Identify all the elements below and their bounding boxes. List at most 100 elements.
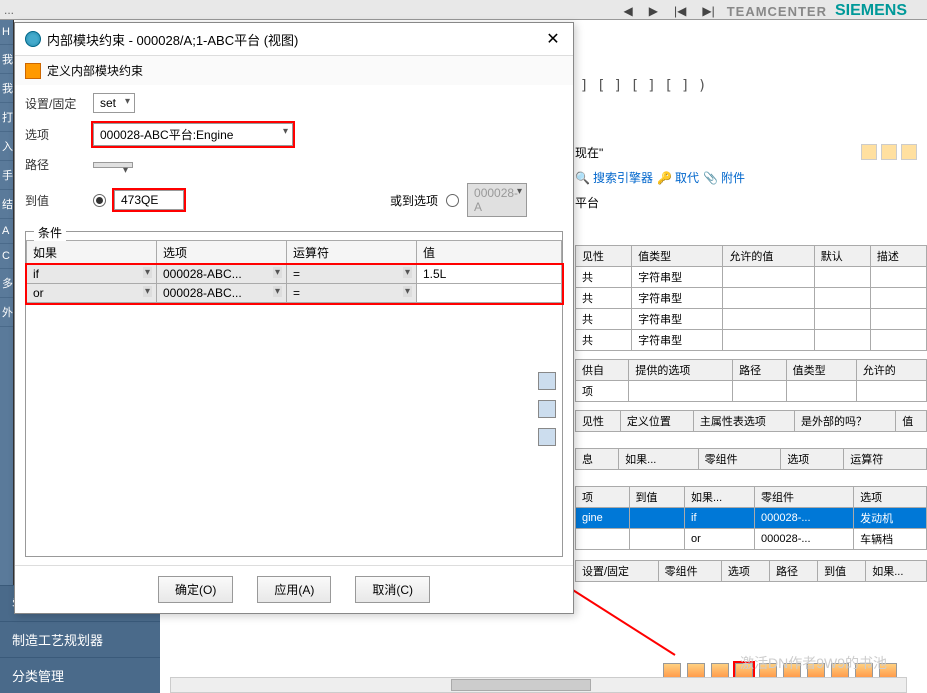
corner-icon[interactable] [881,144,897,160]
col-header[interactable]: 允许的值 [723,246,814,267]
corner-icon[interactable] [901,144,917,160]
col-header[interactable]: 如果... [619,449,698,470]
apply-button[interactable]: 应用(A) [257,576,331,603]
col-header[interactable]: 如果... [866,561,927,582]
col-header[interactable]: 是外部的吗？ [795,411,896,432]
replace-link[interactable]: 取代 [675,169,699,186]
col-header[interactable]: 运算符 [844,449,927,470]
search-engine-link[interactable]: 搜索引擎器 [593,169,653,186]
or-option-radio[interactable] [446,194,459,207]
option-label: 选项 [25,126,85,143]
definition-table: 见性 定义位置 主属性表选项 是外部的吗？ 值 [575,410,927,432]
cond-if-select[interactable]: if [27,265,156,283]
dialog-subtitle-bar: 定义内部模块约束 [15,56,573,85]
col-header[interactable]: 允许的 [856,360,926,381]
or-option-label: 或到选项 [390,192,438,209]
col-header[interactable]: 主属性表选项 [693,411,794,432]
tovalue-input[interactable]: 473QE [114,190,184,210]
sidebar-item[interactable]: 我 [0,45,13,74]
dialog-titlebar[interactable]: 内部模块约束 - 000028/A;1-ABC平台 (视图) ✕ [15,23,573,56]
option-select[interactable]: 000028-ABC平台:Engine [93,123,293,146]
sidebar-item[interactable]: 手 [0,161,13,190]
col-header[interactable]: 零组件 [754,487,853,508]
col-header[interactable]: 定义位置 [620,411,693,432]
col-header[interactable]: 见性 [576,246,632,267]
cond-value-cell[interactable]: 1.5L [417,265,561,283]
nav-prev-icon[interactable]: ◀ [620,4,637,18]
col-header[interactable]: 路径 [769,561,817,582]
side-icon[interactable] [538,400,556,418]
col-header[interactable]: 见性 [576,411,621,432]
ok-button[interactable]: 确定(O) [158,576,233,603]
col-header[interactable]: 选项 [854,487,927,508]
side-icon[interactable] [538,372,556,390]
dialog-button-bar: 确定(O) 应用(A) 取消(C) [15,565,573,613]
set-fixed-label: 设置/固定 [25,95,85,112]
horizontal-scrollbar[interactable] [170,677,907,693]
cond-header-option[interactable]: 选项 [157,241,287,265]
set-fixed-select[interactable]: set [93,93,135,113]
col-header[interactable]: 值类型 [786,360,856,381]
sidebar-item[interactable]: H [0,20,13,45]
sidebar-item[interactable]: A [0,219,13,244]
cond-option-select[interactable]: 000028-ABC... [157,265,286,283]
col-header[interactable]: 供自 [576,360,629,381]
sidebar-item[interactable]: 外 [0,298,13,327]
col-header[interactable]: 路径 [733,360,786,381]
cond-operator-select[interactable]: = [287,284,416,302]
col-header[interactable]: 值 [896,411,927,432]
sidebar-item[interactable]: C [0,244,13,269]
cond-header-value[interactable]: 值 [417,241,562,265]
search-icon: 🔍 [575,171,589,185]
cond-value-cell[interactable] [417,291,561,295]
bottom-nav-item[interactable]: 制造工艺规划器 [0,621,160,657]
conditions-legend: 条件 [34,224,66,241]
col-header[interactable]: 默认 [814,246,870,267]
visibility-table: 见性 值类型 允许的值 默认 描述 共字符串型 共字符串型 共字符串型 共字符串… [575,245,927,351]
sidebar-item[interactable]: 结 [0,190,13,219]
or-option-select[interactable]: 000028-A [467,183,527,217]
cond-header-if[interactable]: 如果 [27,241,157,265]
col-header[interactable]: 设置/固定 [576,561,659,582]
globe-icon [25,31,41,47]
provided-table: 供自 提供的选项 路径 值类型 允许的 项 [575,359,927,402]
setfixed-table: 设置/固定 零组件 选项 路径 到值 如果... [575,560,927,582]
col-header[interactable]: 选项 [721,561,769,582]
nav-first-icon[interactable]: |◀ [670,4,690,18]
sidebar-item[interactable]: 打 [0,103,13,132]
col-header[interactable]: 息 [576,449,619,470]
col-header[interactable]: 描述 [870,246,926,267]
close-icon[interactable]: ✕ [543,29,563,49]
tovalue-label: 到值 [25,192,85,209]
cond-option-select[interactable]: 000028-ABC... [157,284,286,302]
col-header[interactable]: 到值 [818,561,866,582]
col-header[interactable]: 零组件 [658,561,721,582]
tovalue-radio[interactable] [93,194,106,207]
col-header[interactable]: 项 [576,487,630,508]
sidebar-item[interactable]: 多 [0,269,13,298]
col-header[interactable]: 如果... [685,487,755,508]
cancel-button[interactable]: 取消(C) [355,576,430,603]
col-header[interactable]: 提供的选项 [629,360,733,381]
cond-if-select[interactable]: or [27,284,156,302]
module-icon [25,63,41,79]
col-header[interactable]: 零组件 [698,449,781,470]
nav-last-icon[interactable]: ▶| [698,4,718,18]
col-header[interactable]: 选项 [781,449,844,470]
sidebar-item[interactable]: 我 [0,74,13,103]
side-icon[interactable] [538,428,556,446]
cond-header-operator[interactable]: 运算符 [287,241,417,265]
scrollbar-thumb[interactable] [451,679,591,691]
path-select[interactable] [93,162,133,168]
col-header[interactable]: 到值 [629,487,684,508]
col-header[interactable]: 值类型 [632,246,723,267]
nav-next-icon[interactable]: ▶ [645,4,662,18]
attachments-link[interactable]: 附件 [721,169,745,186]
sidebar-item[interactable]: 入 [0,132,13,161]
now-label: 现在" [575,144,603,161]
cond-operator-select[interactable]: = [287,265,416,283]
conditions-group: 条件 如果 选项 运算符 值 if 000028-ABC... = 1.5 [25,231,563,557]
internal-module-constraint-dialog: 内部模块约束 - 000028/A;1-ABC平台 (视图) ✕ 定义内部模块约… [14,22,574,614]
bottom-nav-item[interactable]: 分类管理 [0,657,160,693]
corner-icon[interactable] [861,144,877,160]
